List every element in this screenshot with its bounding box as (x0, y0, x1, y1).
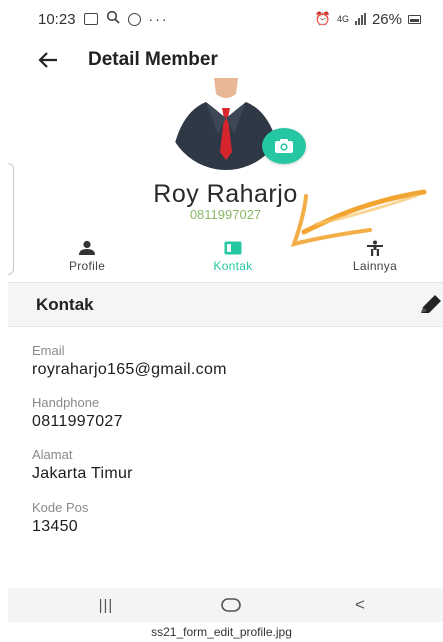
battery-percent: 26% (371, 10, 402, 28)
kode-pos-label: Kode Pos (32, 500, 89, 515)
tab-profile[interactable]: Profile (37, 240, 137, 273)
tab-kontak-label: Kontak (213, 259, 253, 273)
status-time: 10:23 (38, 10, 76, 28)
kode-pos-field: Kode Pos 13450 (32, 500, 88, 536)
alamat-field: Alamat Jakarta Timur (32, 447, 133, 483)
section-title: Kontak (36, 294, 94, 314)
person-icon (79, 240, 95, 255)
email-label: Email (32, 343, 65, 358)
image-caption: ss21_form_edit_profile.jpg (151, 625, 292, 639)
tab-lainnya[interactable]: Lainnya (325, 240, 425, 273)
network-type: 4G (336, 13, 349, 24)
back-button[interactable] (28, 40, 68, 80)
phone-screen: 10:23 ··· ⏰ 4G 26% Detail Member Roy Rah… (8, 0, 443, 622)
back-nav-button[interactable]: < (350, 594, 370, 616)
search-icon (106, 10, 120, 28)
tab-kontak[interactable]: Kontak (183, 240, 283, 273)
alamat-value: Jakarta Timur (32, 465, 133, 482)
tab-profile-label: Profile (68, 259, 106, 273)
change-photo-button[interactable] (262, 128, 306, 164)
handphone-field: Handphone 0811997027 (32, 395, 123, 431)
arrow-left-icon (38, 52, 57, 68)
handphone-value: 0811997027 (32, 413, 123, 430)
email-field: Email royraharjo165@gmail.com (32, 343, 227, 379)
status-more: ··· (148, 11, 169, 27)
kode-pos-value: 13450 (32, 518, 78, 535)
home-circle-icon (221, 598, 241, 612)
alarm-icon: ⏰ (314, 11, 331, 26)
recent-apps-button[interactable]: ||| (94, 594, 118, 616)
page-title: Detail Member (88, 49, 218, 70)
camera-icon (275, 139, 293, 153)
instagram-icon (127, 12, 141, 26)
contact-card-icon (224, 241, 242, 255)
member-tabs: Profile Kontak Lainnya (8, 240, 443, 278)
pencil-icon (421, 295, 441, 313)
status-bar: 10:23 ··· ⏰ 4G 26% (8, 0, 443, 38)
home-button[interactable] (220, 594, 242, 616)
system-nav-bar: ||| < (8, 588, 443, 622)
accessibility-icon (367, 240, 383, 256)
gallery-icon (83, 13, 98, 25)
alamat-label: Alamat (32, 447, 73, 462)
battery-icon (408, 14, 421, 24)
app-header: Detail Member (8, 40, 443, 80)
tab-lainnya-label: Lainnya (352, 259, 398, 273)
email-value: royraharjo165@gmail.com (32, 361, 227, 378)
signal-icon (354, 13, 366, 25)
edit-contact-button[interactable] (417, 293, 443, 317)
section-header: Kontak (8, 282, 443, 327)
handphone-label: Handphone (32, 395, 100, 410)
